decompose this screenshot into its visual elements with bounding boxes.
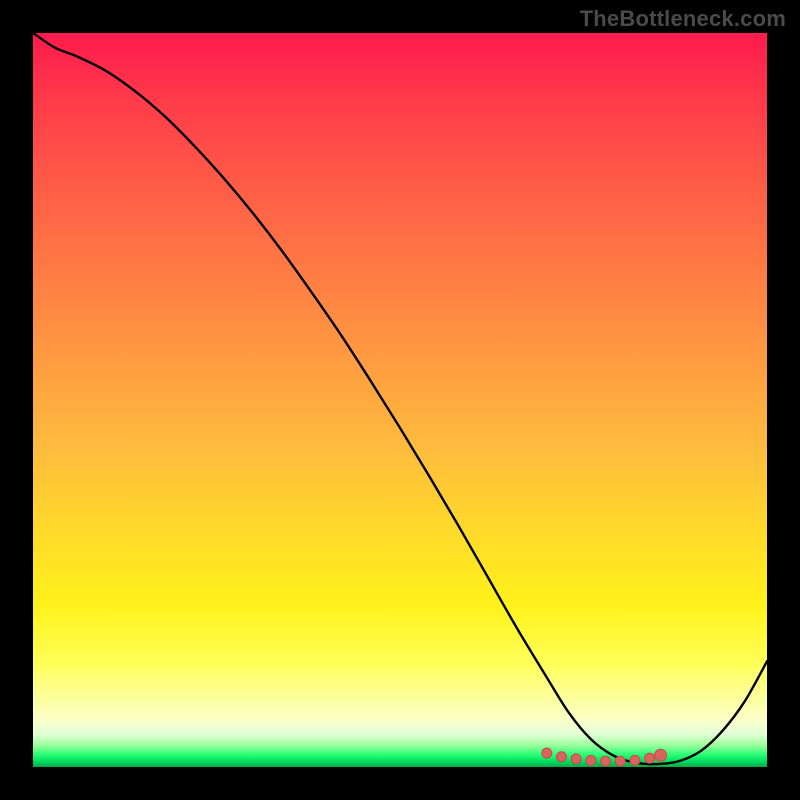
marker-dot (601, 756, 611, 766)
marker-dot (630, 755, 640, 765)
marker-dot (542, 748, 552, 758)
marker-dot (586, 755, 596, 765)
marker-dot (615, 756, 625, 766)
plot-area (33, 33, 767, 767)
marker-dot (645, 753, 655, 763)
curve-layer (33, 33, 767, 767)
chart-frame: TheBottleneck.com (0, 0, 800, 800)
watermark-text: TheBottleneck.com (580, 6, 786, 32)
marker-dot (556, 752, 566, 762)
bottleneck-curve (33, 33, 767, 764)
marker-dot (571, 754, 581, 764)
marker-dot (655, 749, 667, 761)
